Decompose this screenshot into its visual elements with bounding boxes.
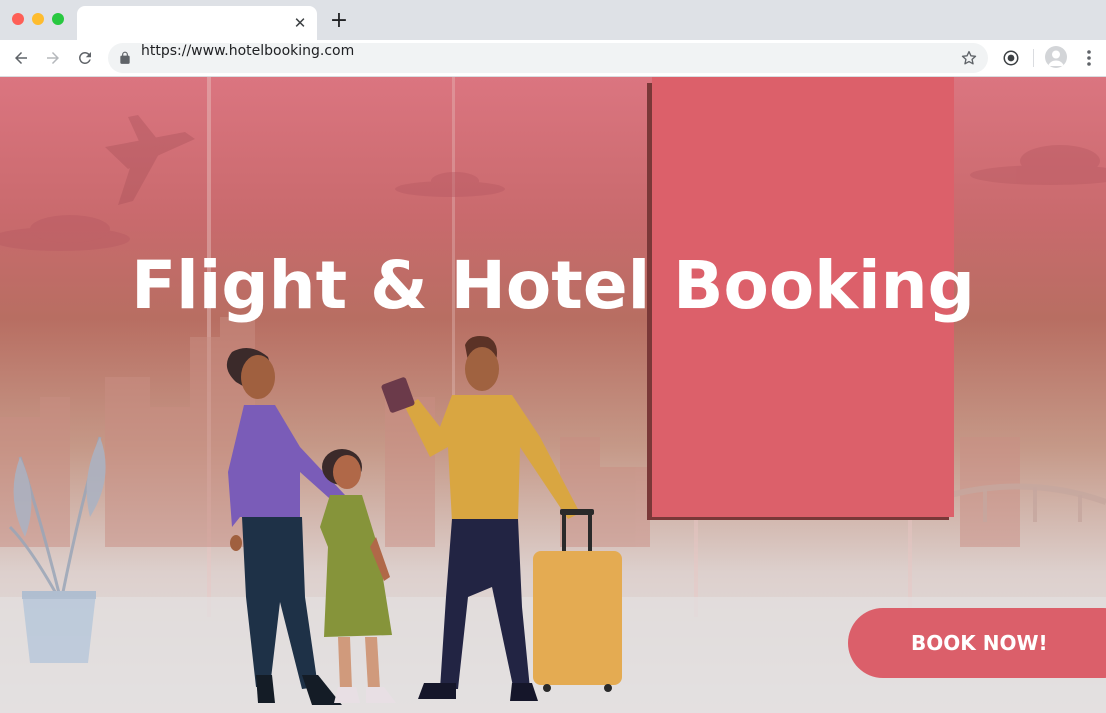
close-window-button[interactable] [12,13,24,25]
book-now-button[interactable]: BOOK NOW! [848,608,1106,678]
kebab-menu-icon[interactable] [1080,48,1098,68]
toolbar-separator [1033,49,1034,67]
extension-icon[interactable] [1002,49,1020,67]
tab-strip: ✕ + [0,0,1106,40]
close-icon[interactable]: ✕ [291,14,309,32]
minimize-window-button[interactable] [32,13,44,25]
plus-icon[interactable]: + [328,10,350,32]
forward-arrow-icon[interactable] [41,46,65,70]
page-title: Flight & Hotel Booking [131,247,975,324]
airplane-icon [105,115,195,205]
page-viewport: Flight & Hotel Booking BOOK NOW! [0,77,1106,713]
profile-avatar-icon[interactable] [1045,46,1067,68]
url-text[interactable]: https://www.hotelbooking.com [141,43,354,73]
reload-icon[interactable] [73,46,97,70]
back-arrow-icon[interactable] [9,46,33,70]
lock-icon[interactable] [118,51,132,65]
browser-window: ✕ + https://www.hotelbooking.com Flight … [0,0,1106,713]
address-bar[interactable]: https://www.hotelbooking.com [108,43,988,73]
browser-toolbar: https://www.hotelbooking.com [0,40,1106,77]
maximize-window-button[interactable] [52,13,64,25]
browser-tab[interactable]: ✕ [77,6,317,40]
bookmark-star-icon[interactable] [960,49,978,67]
